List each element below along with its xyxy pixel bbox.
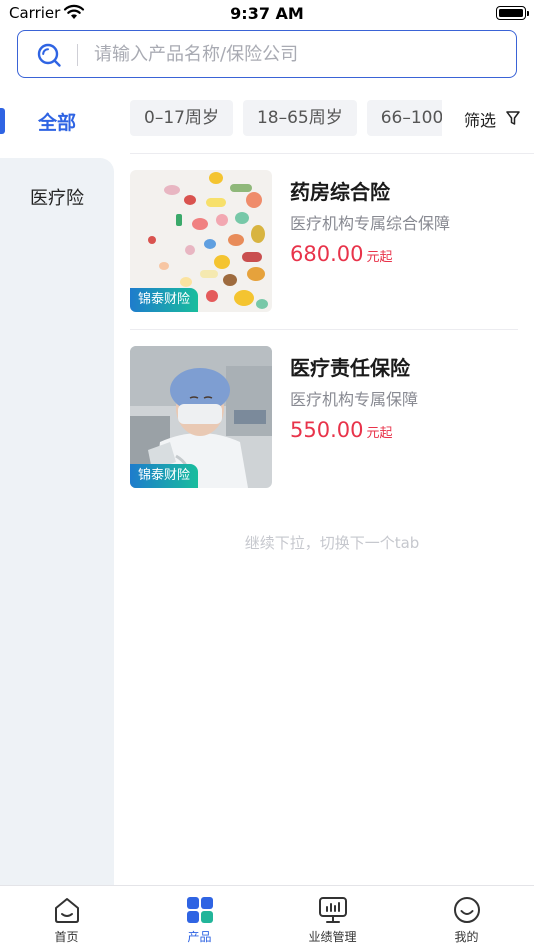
performance-icon [319,897,347,923]
pull-hint: 继续下拉，切换下一个tab [244,534,420,552]
clock: 9:37 AM [230,4,304,23]
product-price: 550.00 元起 [290,418,393,442]
price-value: 680.00 [290,242,364,266]
screen-label: 筛选 [464,111,497,130]
chip-age-0-17[interactable]: 0–17周岁 [130,100,233,136]
age-filter-chips: 0–17周岁18–65周岁66–100周岁 [130,100,442,136]
screen-button[interactable]: 筛选 [444,100,534,136]
price-value: 550.00 [290,418,364,442]
product-description: 医疗机构专属保障 [290,390,419,409]
product-card[interactable]: 锦泰财险 医疗责任保险 医疗机构专属保障 550.00 元起 [130,346,518,490]
product-name: 医疗责任保险 [290,356,410,380]
category-all[interactable]: 全部 [0,100,114,142]
profile-icon [454,897,480,923]
product-image-pills: 锦泰财险 [130,170,272,312]
product-card[interactable]: 锦泰财险 药房综合险 医疗机构专属综合保障 680.00 元起 [130,170,518,314]
chip-age-66-100[interactable]: 66–100周岁 [366,100,442,136]
product-image-nurse: 锦泰财险 [130,346,272,488]
tab-products[interactable]: 产品 [133,886,266,950]
price-suffix: 元起 [366,250,393,265]
search-divider [77,44,78,66]
battery-icon [496,6,529,20]
category-sidebar: 医疗险 [0,158,114,885]
product-name: 药房综合险 [290,180,390,204]
status-bar: Carrier 9:37 AM [0,0,534,28]
filter-divider [130,153,534,154]
search-input[interactable] [94,39,494,69]
product-description: 医疗机构专属综合保障 [290,214,451,233]
tab-performance-label: 业绩管理 [308,930,357,944]
tab-performance[interactable]: 业绩管理 [266,886,399,950]
tab-products-label: 产品 [187,930,212,944]
tab-profile-label: 我的 [454,930,479,944]
category-all-label: 全部 [37,112,76,134]
search-bar[interactable] [17,30,517,78]
chip-age-18-65[interactable]: 18–65周岁 [242,100,357,136]
filter-icon [506,111,520,125]
price-suffix: 元起 [366,426,393,441]
tab-home-label: 首页 [54,930,79,944]
card-divider [130,329,518,330]
tab-profile[interactable]: 我的 [400,886,533,950]
tab-home[interactable]: 首页 [0,886,133,950]
tab-bar: 首页 产品 业绩管理 我的 [0,885,534,950]
category-item-medical[interactable]: 医疗险 [0,184,114,210]
search-icon[interactable] [36,42,62,68]
home-icon [55,898,79,923]
insurer-badge: 锦泰财险 [130,288,199,312]
product-price: 680.00 元起 [290,242,393,266]
products-icon [187,897,213,923]
insurer-badge: 锦泰财险 [130,464,199,488]
